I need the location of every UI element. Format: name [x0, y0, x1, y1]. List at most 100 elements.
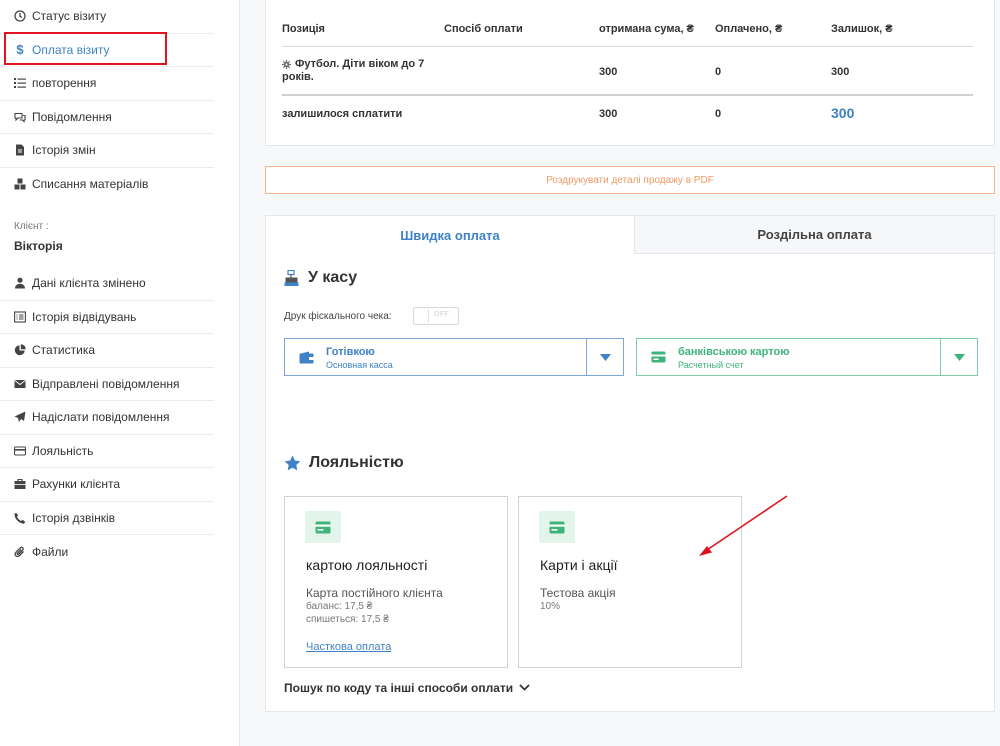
- loyalty-title-text: Лояльністю: [309, 454, 404, 471]
- search-more-label: Пошук по коду та інші способи оплати: [284, 681, 514, 695]
- sidebar-item-label: Списання матеріалів: [32, 177, 149, 192]
- sidebar-item-label: Повідомлення: [32, 109, 112, 124]
- cubes-icon: [13, 177, 27, 191]
- tab-split-payment[interactable]: Роздільна оплата: [634, 216, 994, 254]
- row-position-line1: Футбол. Діти віком до 7: [295, 58, 425, 70]
- tab-quick-payment[interactable]: Швидка оплата: [266, 216, 634, 254]
- user-icon: [13, 276, 27, 290]
- sidebar-item-files[interactable]: Файли: [0, 535, 214, 569]
- print-pdf-button[interactable]: Роздрукувати деталі продажу в PDF: [265, 166, 995, 194]
- payment-panel: Швидка оплата Роздільна оплата У касу Др…: [265, 215, 995, 712]
- fiscal-receipt-toggle[interactable]: OFF: [413, 307, 459, 325]
- card-option-subtitle: Расчетный счет: [678, 360, 744, 370]
- sidebar-item-label: Статистика: [32, 343, 96, 358]
- search-other-methods-toggle[interactable]: Пошук по коду та інші способи оплати: [284, 681, 530, 695]
- credit-card-icon: [305, 511, 341, 543]
- fiscal-receipt-label: Друк фіскального чека:: [284, 311, 392, 322]
- client-menu: Дані клієнта змінено Історія відвідувань…: [0, 267, 214, 569]
- sidebar-item-send-message[interactable]: Надіслати повідомлення: [0, 401, 214, 435]
- sidebar-item-visit-history[interactable]: Історія відвідувань: [0, 301, 214, 334]
- sidebar-item-label: Історія дзвінків: [32, 510, 116, 525]
- paperclip-icon: [13, 545, 27, 559]
- card-icon: [13, 444, 27, 458]
- sidebar-item-label: Статус візиту: [32, 9, 107, 24]
- sidebar-item-sent-messages[interactable]: Відправлені повідомлення: [0, 368, 214, 401]
- pie-chart-icon: [13, 343, 27, 357]
- list-icon: [13, 76, 27, 90]
- row-rest: 300: [831, 66, 850, 78]
- cash-section-title: У касу: [284, 269, 357, 287]
- cash-payment-select[interactable]: Готівкою Основная касса: [284, 338, 624, 376]
- toggle-state: OFF: [434, 311, 450, 318]
- chevron-down-icon[interactable]: [586, 339, 623, 375]
- sidebar-item-label: Надіслати повідомлення: [32, 410, 170, 425]
- briefcase-icon: [13, 477, 27, 491]
- loyalty-card-name: Карта постійного клієнта: [306, 586, 443, 600]
- sidebar-item-loyalty[interactable]: Лояльність: [0, 435, 214, 468]
- promo-cards-title: Карти і акції: [540, 557, 618, 573]
- sidebar-item-materials[interactable]: Списання матеріалів: [0, 168, 214, 202]
- promo-discount: 10%: [540, 601, 561, 612]
- col-rest: Залишок, ₴: [831, 23, 893, 35]
- sidebar-item-label: Рахунки клієнта: [32, 477, 121, 492]
- payment-table: Позиція Спосіб оплати отримана сума, ₴ О…: [265, 0, 995, 146]
- sidebar-item-client-accounts[interactable]: Рахунки клієнта: [0, 468, 214, 502]
- loyalty-card-balance: баланс: 17,5 ₴: [306, 601, 373, 612]
- sidebar-item-client-data[interactable]: Дані клієнта змінено: [0, 267, 214, 301]
- sidebar-item-visit-payment[interactable]: $ Оплата візиту: [0, 34, 214, 67]
- chat-icon: [13, 110, 27, 124]
- sidebar-item-messages[interactable]: Повідомлення: [0, 101, 214, 134]
- loyalty-card-option[interactable]: картою лояльності Карта постійного клієн…: [284, 496, 508, 668]
- credit-card-icon: [651, 351, 666, 366]
- star-icon: [284, 455, 301, 471]
- client-label: Клієнт :: [14, 221, 49, 232]
- cash-option-subtitle: Основная касса: [326, 360, 393, 370]
- phone-icon: [13, 511, 27, 525]
- promo-cards-option[interactable]: Карти і акції Тестова акція 10%: [518, 496, 742, 668]
- cash-option-title: Готівкою: [326, 346, 375, 358]
- loyalty-card-charge: спишеться: 17,5 ₴: [306, 614, 389, 625]
- row-position: Футбол. Діти віком до 7: [282, 58, 424, 70]
- row-position-line2: років.: [282, 71, 314, 83]
- toggle-knob: [415, 309, 429, 323]
- sidebar-item-label: Історія відвідувань: [32, 309, 137, 324]
- sidebar-item-history[interactable]: Історія змін: [0, 134, 214, 168]
- total-paid: 0: [715, 108, 722, 120]
- promo-name: Тестова акція: [540, 586, 616, 600]
- sidebar-item-label: повторення: [32, 76, 97, 91]
- dollar-icon: $: [16, 42, 24, 58]
- credit-card-icon: [539, 511, 575, 543]
- wallet-icon: [299, 351, 314, 367]
- sidebar: Статус візиту $ Оплата візиту повторення…: [0, 0, 240, 746]
- sidebar-item-call-history[interactable]: Історія дзвінків: [0, 502, 214, 535]
- sidebar-item-repeat[interactable]: повторення: [0, 67, 214, 101]
- total-rest: 300: [831, 105, 855, 121]
- card-payment-select[interactable]: банківською картою Расчетный счет: [636, 338, 978, 376]
- col-paid: Оплачено, ₴: [715, 23, 783, 35]
- cash-title-text: У касу: [308, 269, 358, 286]
- total-received: 300: [599, 108, 618, 120]
- sidebar-item-label: Лояльність: [32, 443, 94, 458]
- chevron-down-icon[interactable]: [940, 339, 977, 375]
- partial-payment-link[interactable]: Часткова оплата: [306, 641, 391, 653]
- cash-register-icon: [284, 269, 300, 287]
- list-alt-icon: [13, 310, 27, 324]
- col-received: отримана сума, ₴: [599, 23, 694, 35]
- gear-icon: [282, 59, 291, 69]
- file-icon: [13, 143, 27, 157]
- divider: [282, 94, 973, 96]
- divider: [282, 46, 973, 47]
- send-icon: [13, 410, 27, 424]
- sidebar-item-statistics[interactable]: Статистика: [0, 334, 214, 368]
- total-label: залишилося сплатити: [282, 108, 403, 120]
- sidebar-item-visit-status[interactable]: Статус візиту: [0, 0, 214, 34]
- row-received: 300: [599, 66, 618, 78]
- visit-menu: Статус візиту $ Оплата візиту повторення…: [0, 0, 214, 201]
- sidebar-item-label: Файли: [32, 544, 69, 559]
- envelope-icon: [13, 377, 27, 391]
- chevron-down-icon: [519, 684, 530, 691]
- col-position: Позиція: [282, 23, 325, 35]
- loyalty-card-title: картою лояльності: [306, 557, 428, 573]
- sidebar-item-label: Дані клієнта змінено: [32, 276, 146, 291]
- clock-icon: [13, 9, 27, 23]
